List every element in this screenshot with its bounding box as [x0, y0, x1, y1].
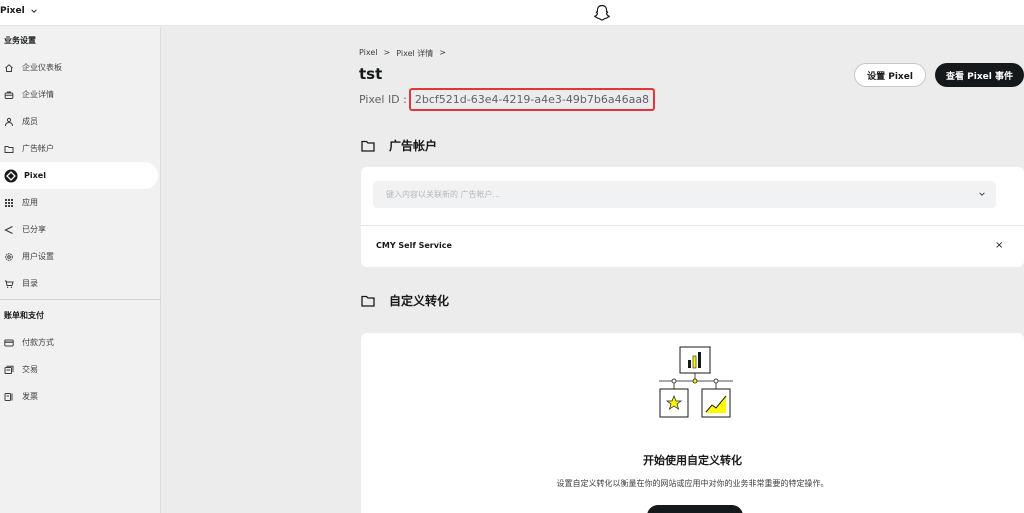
main-content: Pixel > Pixel 详情 > tst Pixel ID : 2bcf52…: [162, 27, 1024, 513]
sidebar-item-ad-accounts[interactable]: 广告帐户: [0, 135, 160, 162]
ad-accounts-card: 键入内容以关联新的 广告帐户... CMY Self Service ×: [361, 167, 1024, 267]
ad-accounts-heading: 广告帐户: [361, 137, 437, 154]
sidebar-item-catalog[interactable]: 目录: [0, 270, 160, 297]
ad-account-search-placeholder: 键入内容以关联新的 广告帐户...: [386, 190, 501, 199]
sidebar: 业务设置 企业仪表板 企业详情 成员 广告帐户 Pixel 应用 已分享 用户设…: [0, 27, 161, 513]
sidebar-item-label: 企业详情: [22, 90, 54, 99]
setup-pixel-button[interactable]: 设置 Pixel: [854, 63, 926, 87]
pixel-icon: [4, 169, 18, 182]
sidebar-item-label: 发票: [22, 392, 38, 401]
sidebar-item-invoices[interactable]: 发票: [0, 383, 160, 410]
breadcrumb-separator: >: [383, 48, 391, 57]
sidebar-item-members[interactable]: 成员: [0, 108, 160, 135]
home-icon: [5, 63, 13, 72]
app-switcher-label: Pixel: [0, 6, 25, 16]
folder-icon: [361, 295, 375, 307]
sidebar-item-label: 付款方式: [22, 338, 54, 347]
sidebar-item-payment-methods[interactable]: 付款方式: [0, 329, 160, 356]
custom-conversions-heading: 自定义转化: [361, 292, 449, 309]
sidebar-item-pixel[interactable]: Pixel: [0, 162, 158, 189]
sidebar-item-label: 应用: [22, 198, 38, 207]
pixel-id-value: 2bcf521d-63e4-4219-a4e3-49b7b6a46aa8: [408, 88, 656, 111]
snapchat-ghost-icon[interactable]: [592, 3, 612, 23]
sidebar-section-title: 业务设置: [4, 36, 36, 45]
sidebar-item-user-settings[interactable]: 用户设置: [0, 243, 160, 270]
sidebar-item-dashboard[interactable]: 企业仪表板: [0, 54, 160, 81]
ad-accounts-heading-label: 广告帐户: [389, 139, 438, 153]
invoice-icon: [4, 392, 13, 401]
credit-card-icon: [4, 339, 14, 346]
sidebar-item-apps[interactable]: 应用: [0, 189, 160, 216]
app-switcher[interactable]: Pixel: [0, 6, 38, 16]
create-custom-conversion-button[interactable]: [647, 505, 743, 513]
sidebar-item-label: 成员: [22, 117, 38, 126]
share-icon: [4, 225, 13, 234]
members-icon: [5, 117, 13, 126]
sidebar-section-title: 账单和支付: [4, 311, 44, 320]
linked-ad-account-name: CMY Self Service: [376, 241, 452, 250]
chevron-down-icon: [30, 9, 37, 13]
breadcrumb-item-pixel-details[interactable]: Pixel 详情: [396, 48, 433, 59]
pixel-id-label: Pixel ID :: [359, 93, 407, 106]
divider: [361, 225, 1024, 226]
breadcrumb: Pixel > Pixel 详情 >: [359, 48, 446, 59]
custom-conversions-heading-label: 自定义转化: [389, 294, 450, 308]
sidebar-item-label: 已分享: [22, 225, 46, 234]
briefcase-icon: [4, 91, 14, 99]
top-bar: Pixel: [0, 0, 1024, 26]
sidebar-item-label: 目录: [22, 279, 38, 288]
transactions-icon: [4, 365, 14, 374]
custom-conversions-empty-title: 开始使用自定义转化: [643, 454, 742, 467]
page-title: tst: [359, 65, 383, 83]
chevron-down-icon[interactable]: [978, 190, 986, 198]
custom-conversions-empty-description: 设置自定义转化以衡量在你的网站或应用中对你的业务非常重要的特定操作。: [556, 479, 829, 488]
sidebar-item-business-details[interactable]: 企业详情: [0, 81, 160, 108]
folder-icon: [361, 140, 375, 152]
conversion-illustration-icon: [659, 346, 733, 418]
view-pixel-events-button[interactable]: 查看 Pixel 事件: [935, 63, 1024, 87]
gear-icon: [5, 252, 13, 261]
ad-account-search-input[interactable]: 键入内容以关联新的 广告帐户...: [373, 181, 996, 208]
apps-grid-icon: [5, 198, 13, 207]
sidebar-item-label: 企业仪表板: [22, 63, 62, 72]
cart-icon: [4, 280, 14, 288]
custom-conversions-card: 开始使用自定义转化 设置自定义转化以衡量在你的网站或应用中对你的业务非常重要的特…: [361, 333, 1024, 513]
breadcrumb-separator: >: [439, 48, 446, 57]
folder-icon: [4, 145, 14, 153]
remove-ad-account-button[interactable]: ×: [995, 240, 1003, 251]
sidebar-item-label: 广告帐户: [22, 144, 54, 153]
sidebar-item-shared[interactable]: 已分享: [0, 216, 160, 243]
sidebar-divider: [0, 299, 161, 300]
pixel-id: Pixel ID : 2bcf521d-63e4-4219-a4e3-49b7b…: [359, 88, 656, 111]
sidebar-item-label: 交易: [22, 365, 38, 374]
breadcrumb-item-pixel[interactable]: Pixel: [359, 48, 378, 59]
sidebar-item-label: 用户设置: [22, 252, 54, 261]
sidebar-item-label: Pixel: [24, 171, 46, 180]
sidebar-item-transactions[interactable]: 交易: [0, 356, 160, 383]
